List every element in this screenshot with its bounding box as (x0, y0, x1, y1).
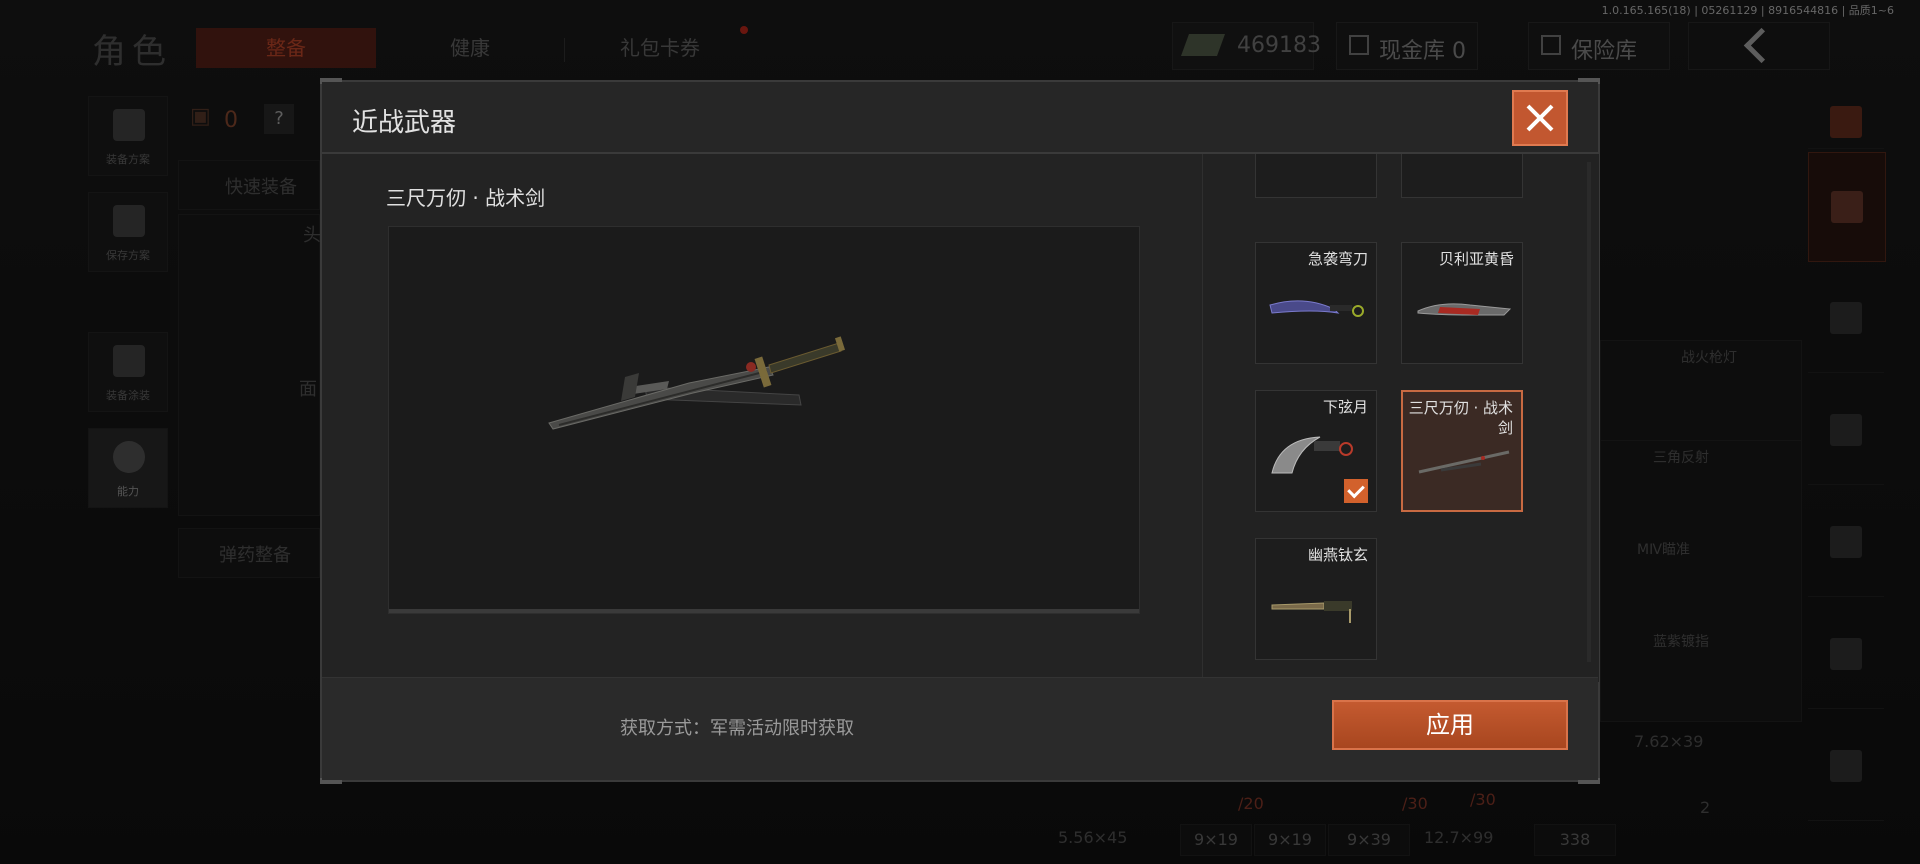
weapon-cell-name: 幽燕钛玄 (1307, 546, 1368, 564)
dialog-title: 近战武器 (352, 108, 457, 138)
weapon-cell-partial[interactable] (1255, 154, 1377, 198)
melee-weapon-dialog: 近战武器 三尺万仞 · 战术剑 急袭弯刀 贝利亚黄昏 下弦月 三尺万仞 · 战术… (320, 78, 1600, 784)
weapon-grid[interactable]: 急袭弯刀 贝利亚黄昏 下弦月 三尺万仞 · 战术剑 幽燕钛玄 (1202, 154, 1599, 682)
weapon-cell-name: 急袭弯刀 (1307, 250, 1368, 268)
crescent-knife-icon (1271, 436, 1353, 474)
equipped-check-icon (1344, 479, 1368, 503)
weapon-cell-name: 三尺万仞 · 战术剑 (1408, 399, 1513, 437)
tactical-sword-preview-icon (548, 336, 846, 430)
weapon-cell-partial[interactable] (1401, 154, 1523, 198)
preview-floor (389, 609, 1139, 613)
weapon-cell-waning-moon[interactable]: 下弦月 (1255, 390, 1377, 512)
dialog-header: 近战武器 (322, 82, 1598, 154)
close-button[interactable] (1512, 90, 1568, 146)
weapon-preview[interactable] (388, 226, 1140, 614)
apply-button[interactable]: 应用 (1332, 700, 1568, 750)
weapon-cell-name: 下弦月 (1322, 398, 1368, 416)
blade-gold-icon (1271, 601, 1352, 623)
karambit-blue-icon (1269, 300, 1364, 317)
weapon-cell-youyan-titanium[interactable]: 幽燕钛玄 (1255, 538, 1377, 660)
grid-scrollbar[interactable] (1587, 162, 1591, 662)
weapon-cell-raid-karambit[interactable]: 急袭弯刀 (1255, 242, 1377, 364)
dialog-footer: 获取方式：军需活动限时获取 应用 (322, 677, 1598, 780)
selected-item-name: 三尺万仞 · 战术剑 (386, 186, 546, 210)
weapon-cell-tactical-sword[interactable]: 三尺万仞 · 战术剑 (1401, 390, 1523, 512)
dagger-red-icon (1417, 303, 1512, 316)
acquire-method: 获取方式：军需活动限时获取 (620, 718, 854, 739)
tactical-sword-icon (1418, 450, 1510, 474)
weapon-cell-belial-dusk[interactable]: 贝利亚黄昏 (1401, 242, 1523, 364)
weapon-cell-name: 贝利亚黄昏 (1438, 250, 1514, 268)
